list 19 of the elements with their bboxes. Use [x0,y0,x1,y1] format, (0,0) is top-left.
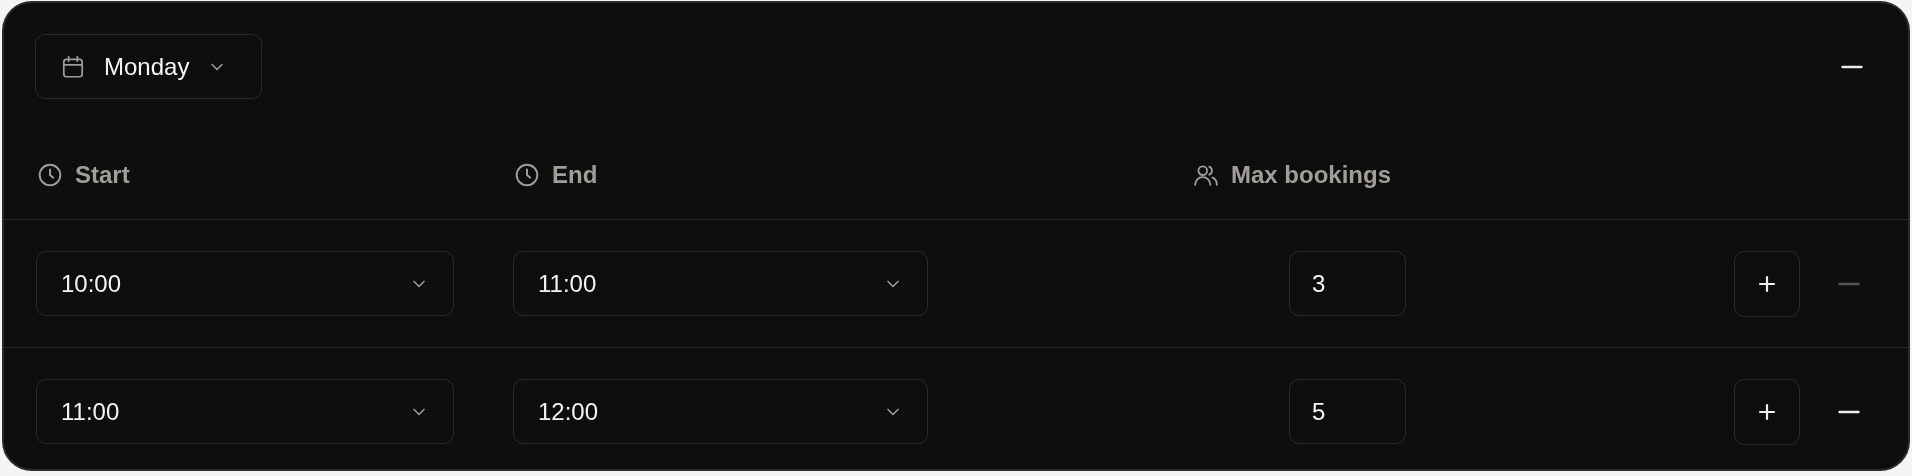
minus-icon [1838,281,1860,286]
clock-icon [514,162,540,188]
start-time-select[interactable]: 11:00 [36,379,454,444]
column-header: End [552,161,598,189]
clock-icon [37,162,63,188]
start-time-select[interactable]: 10:00 [36,251,454,316]
add-button[interactable] [1734,378,1800,445]
people-icon [1193,162,1219,188]
max-bookings-input[interactable]: 5 [1289,379,1406,444]
end-time-select[interactable]: 12:00 [513,379,928,444]
day-dropdown[interactable]: Monday [35,34,263,99]
minus-icon [1838,409,1860,414]
max-bookings-input[interactable]: 3 [1289,251,1406,316]
minus-icon [1841,64,1863,69]
end-time-select[interactable]: 11:00 [513,251,928,316]
column-header: Start [75,161,130,189]
column-header: Max bookings [1231,161,1392,189]
calendar-icon [60,53,86,80]
add-button[interactable] [1734,250,1800,317]
